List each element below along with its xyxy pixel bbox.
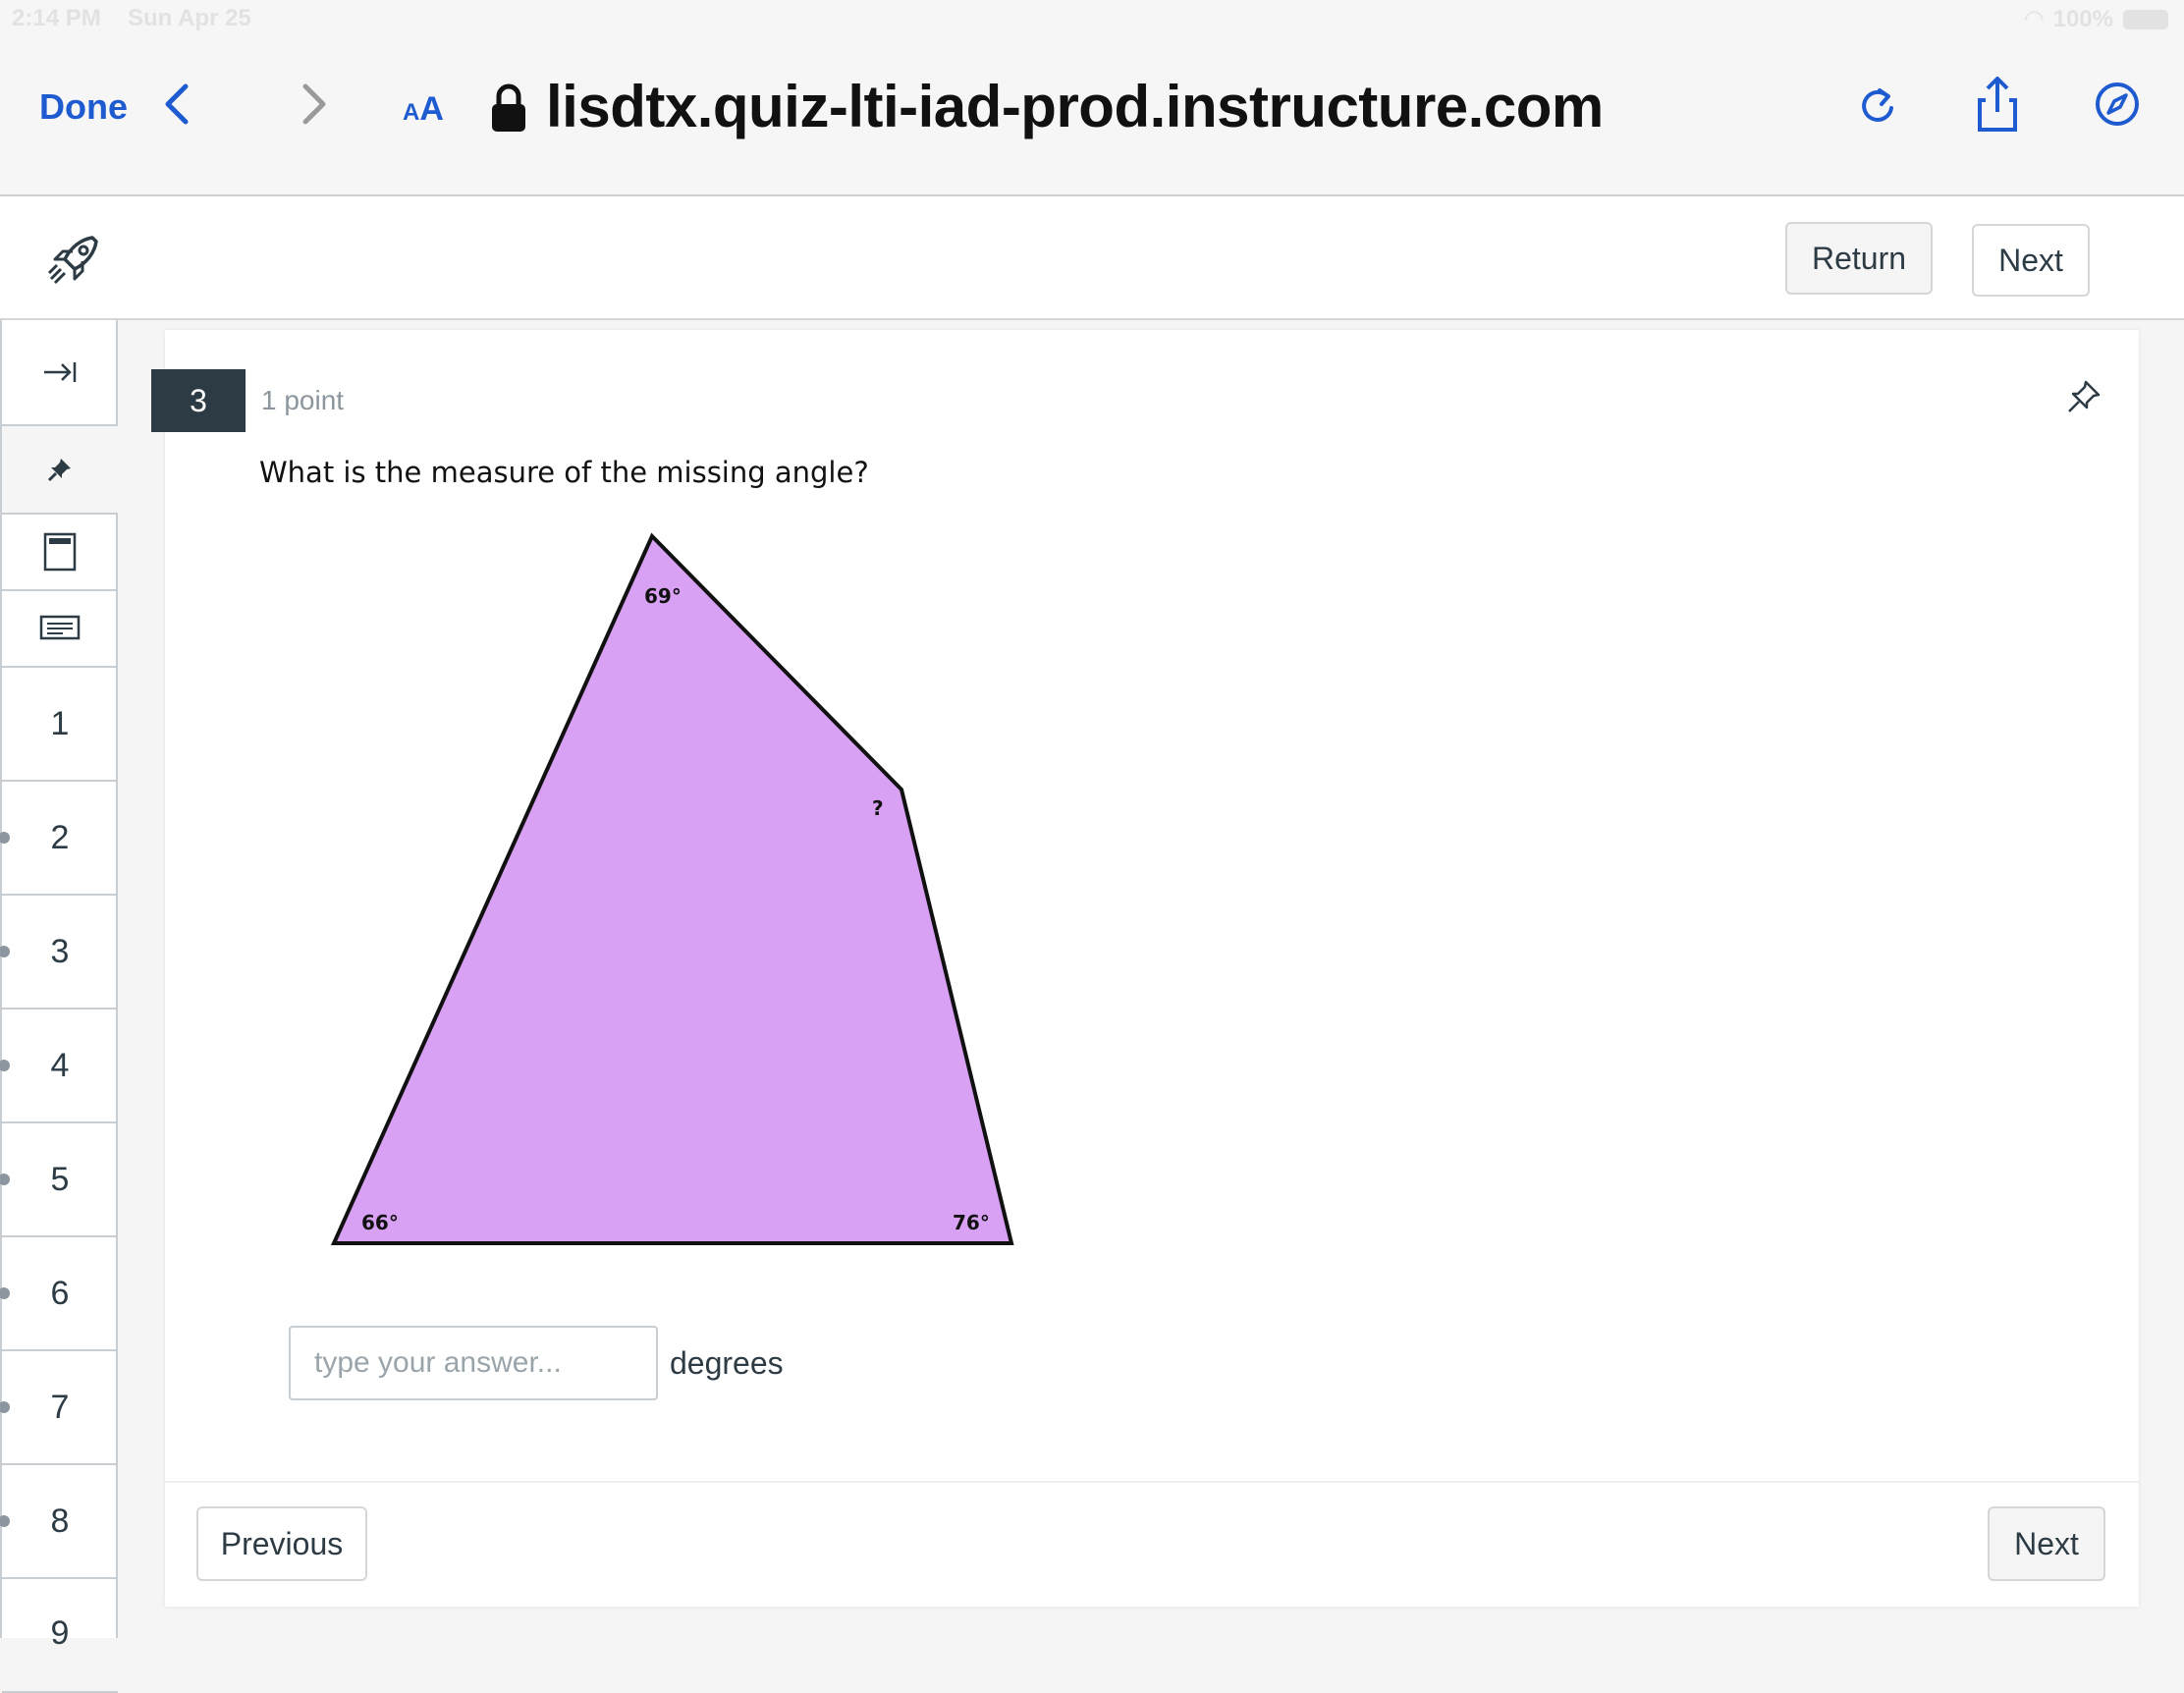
- question-nav-label: 1: [50, 704, 70, 742]
- angle-label-missing: ?: [872, 796, 884, 820]
- text-size-large-label: A: [419, 90, 444, 128]
- return-button[interactable]: Return: [1785, 222, 1933, 295]
- question-nav-label: 3: [50, 932, 70, 970]
- question-nav-item[interactable]: 8: [0, 1465, 118, 1579]
- share-icon: [1978, 77, 2017, 132]
- question-nav-item[interactable]: 4: [0, 1010, 118, 1123]
- quiz-header: Return Next: [0, 196, 2184, 320]
- question-nav-label: 8: [50, 1502, 70, 1540]
- answered-dot: [0, 1174, 10, 1185]
- reload-button[interactable]: [1858, 84, 1897, 133]
- question-nav-label: 4: [50, 1046, 70, 1084]
- question-nav-item[interactable]: 7: [0, 1351, 118, 1465]
- answer-input[interactable]: [289, 1326, 658, 1400]
- pinned-questions-button[interactable]: [2, 426, 118, 515]
- answered-dot: [0, 1401, 10, 1413]
- instructions-button[interactable]: [2, 591, 118, 668]
- wifi-icon: ◠: [2025, 6, 2044, 32]
- question-nav-item[interactable]: 1: [2, 668, 118, 782]
- answer-unit-label: degrees: [670, 1345, 784, 1381]
- footer-divider: [165, 1481, 2139, 1483]
- pin-question-button[interactable]: [2066, 379, 2102, 419]
- question-nav-item[interactable]: 9: [2, 1579, 118, 1693]
- question-nav-label: 6: [50, 1274, 70, 1312]
- text-size-small-label: A: [403, 99, 420, 126]
- question-nav-item[interactable]: 3: [0, 896, 118, 1010]
- reload-icon: [1862, 88, 1893, 122]
- answered-dot: [0, 946, 10, 957]
- question-nav-label: 9: [50, 1614, 70, 1652]
- angle-label-bottom-left: 66°: [361, 1211, 399, 1234]
- pin-outline-icon: [2068, 380, 2101, 412]
- question-navigator: 1 2 3 4 5 6 7 8 9: [0, 320, 118, 1693]
- question-nav-label: 2: [50, 818, 70, 856]
- question-number: 3: [151, 369, 246, 432]
- forward-button[interactable]: [300, 82, 329, 131]
- share-button[interactable]: [1976, 75, 2019, 138]
- lock-icon: [489, 82, 528, 138]
- compass-icon: [2096, 82, 2139, 126]
- quadrilateral-shape: [330, 532, 1014, 1245]
- chevron-right-icon: [302, 83, 326, 125]
- footer-next-button[interactable]: Next: [1988, 1506, 2105, 1581]
- angle-label-bottom-right: 76°: [953, 1211, 990, 1234]
- status-indicators: ◠ 100%: [2025, 5, 2168, 33]
- browser-toolbar: Done AA lisdtx.quiz-lti-iad-prod.instruc…: [0, 35, 2184, 196]
- question-points: 1 point: [261, 385, 345, 415]
- question-nav-item[interactable]: 5: [0, 1123, 118, 1237]
- text-size-button[interactable]: AA: [403, 90, 444, 129]
- battery-icon: [2123, 9, 2168, 29]
- previous-button[interactable]: Previous: [196, 1506, 367, 1581]
- answered-dot: [0, 1515, 10, 1527]
- answered-dot: [0, 832, 10, 844]
- compass-button[interactable]: [2094, 81, 2141, 133]
- pin-icon: [47, 459, 71, 482]
- notes-icon: [39, 615, 81, 640]
- chevron-left-icon: [165, 83, 189, 125]
- status-date: Sun Apr 25: [128, 5, 251, 31]
- header-next-button[interactable]: Next: [1972, 224, 2090, 297]
- url-bar[interactable]: lisdtx.quiz-lti-iad-prod.instructure.com: [546, 73, 1604, 140]
- battery-percent: 100%: [2052, 5, 2113, 32]
- expand-sidebar-button[interactable]: [2, 320, 118, 426]
- calculator-button[interactable]: [2, 515, 118, 591]
- rocket-icon: [45, 234, 104, 294]
- calculator-icon: [43, 532, 77, 572]
- done-button[interactable]: Done: [39, 86, 128, 128]
- quadrilateral-figure: 69° ? 66° 76°: [330, 532, 1014, 1245]
- question-nav-item[interactable]: 6: [0, 1237, 118, 1351]
- arrow-to-right-icon: [44, 362, 77, 382]
- answered-dot: [0, 1287, 10, 1299]
- angle-label-top: 69°: [644, 584, 682, 608]
- question-nav-item[interactable]: 2: [0, 782, 118, 896]
- answered-dot: [0, 1060, 10, 1071]
- question-nav-label: 7: [50, 1388, 70, 1426]
- status-bar: 2:14 PM Sun Apr 25 ◠ 100%: [0, 0, 2184, 35]
- back-button[interactable]: [162, 82, 191, 131]
- question-nav-label: 5: [50, 1160, 70, 1198]
- status-time: 2:14 PM: [12, 5, 101, 31]
- question-text: What is the measure of the missing angle…: [259, 456, 869, 489]
